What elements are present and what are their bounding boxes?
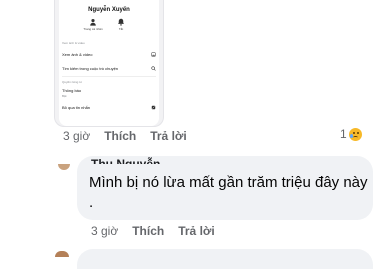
next-comment-bubble	[77, 249, 373, 269]
profile-action-label: Trang cá nhân	[83, 27, 103, 31]
next-avatar[interactable]	[55, 251, 69, 257]
search-row-label: Tìm kiếm trong cuộc trò chuyện	[62, 66, 119, 71]
reaction-count[interactable]: 1	[340, 127, 347, 141]
comment1-reply-button[interactable]: Trả lời	[150, 129, 187, 143]
bell-icon	[118, 18, 124, 26]
user-icon	[90, 18, 96, 26]
media-row-label: Xem ảnh & video	[62, 52, 93, 57]
notifications-sub: Bật	[62, 93, 67, 98]
comment1-like-button[interactable]: Thích	[104, 129, 136, 143]
comment2-actions: 3 giờ Thích Trả lời	[91, 224, 215, 238]
restrict-icon	[151, 105, 156, 110]
comment2-reply-button[interactable]: Trả lời	[178, 224, 215, 238]
attached-screenshot[interactable]: Nguyễn Xuyến Trang cá nhân Tắt Xem ảnh &…	[54, 0, 164, 127]
comment2-text: Mình bị nó lừa mất gần trăm triệu đây nà…	[89, 174, 368, 211]
comment2-author[interactable]: Thu Nguyễn	[91, 154, 160, 164]
image-icon	[151, 52, 156, 57]
comment2-time: 3 giờ	[91, 224, 119, 238]
section-label-media: Xem ảnh & video	[62, 41, 85, 45]
screenshot-panel: Nguyễn Xuyến Trang cá nhân Tắt Xem ảnh &…	[59, 0, 159, 126]
divider	[62, 76, 156, 77]
avatar[interactable]	[58, 164, 70, 170]
sad-reaction-icon[interactable]	[349, 128, 362, 141]
notifications-label: Thông báo	[62, 88, 82, 93]
search-icon	[151, 66, 156, 71]
comment1-time: 3 giờ	[63, 129, 91, 143]
tear	[350, 134, 353, 138]
sad-mouth	[353, 136, 358, 139]
restrict-label: Bỏ qua tin nhắn	[62, 105, 91, 110]
profile-actions: Trang cá nhân Tắt	[83, 18, 129, 31]
search-row: Tìm kiếm trong cuộc trò chuyện	[62, 66, 156, 71]
mute-action: Tắt	[113, 18, 129, 31]
profile-action: Trang cá nhân	[83, 18, 103, 31]
profile-name: Nguyễn Xuyến	[88, 7, 130, 13]
notifications-row: Thông báo Bật	[62, 88, 156, 98]
comment1-actions: 3 giờ Thích Trả lời	[63, 129, 187, 143]
section-label-privacy: Quyền riêng tư	[62, 80, 83, 84]
comment2-bubble: Thu Nguyễn Mình bị nó lừa mất gần trăm t…	[77, 156, 373, 220]
mute-action-label: Tắt	[118, 27, 124, 31]
restrict-row: Bỏ qua tin nhắn	[62, 105, 156, 110]
media-row: Xem ảnh & video	[62, 52, 156, 57]
comment2-like-button[interactable]: Thích	[132, 224, 164, 238]
